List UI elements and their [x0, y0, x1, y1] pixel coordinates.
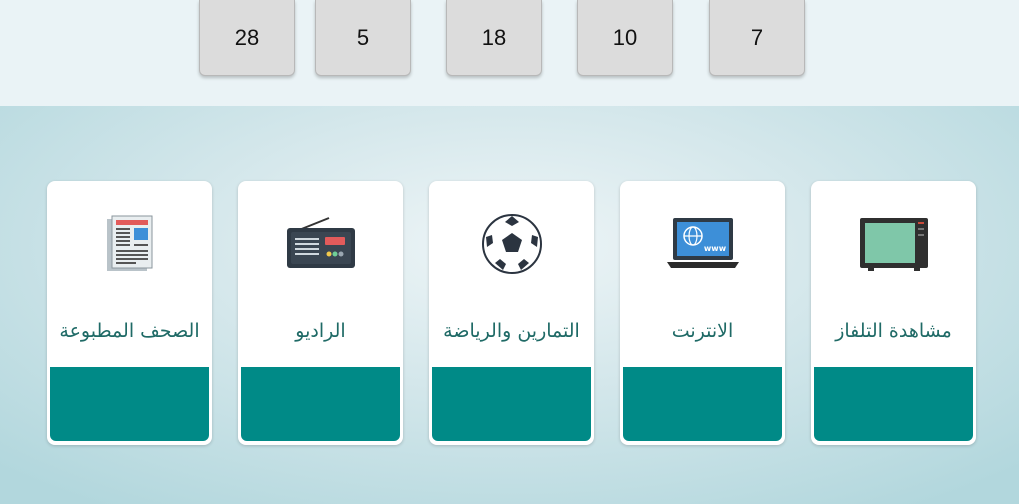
- laptop-www-icon: www: [620, 213, 785, 275]
- newspaper-icon: [47, 213, 212, 275]
- card-radio[interactable]: الراديو: [238, 181, 403, 445]
- card-label: الصحف المطبوعة: [59, 320, 200, 342]
- svg-text:www: www: [703, 244, 726, 253]
- number-tile[interactable]: 28: [199, 0, 295, 76]
- tv-icon: [811, 213, 976, 275]
- number-tile[interactable]: 7: [709, 0, 805, 76]
- number-tiles-strip: 28 5 18 10 7: [0, 0, 1019, 106]
- card-label: الانترنت: [671, 320, 734, 342]
- card-label: الراديو: [295, 320, 346, 342]
- card-sports[interactable]: التمارين والرياضة: [429, 181, 594, 445]
- soccer-ball-icon: [429, 213, 594, 275]
- drop-zone-newspapers[interactable]: [50, 367, 209, 441]
- card-label: التمارين والرياضة: [443, 320, 580, 342]
- card-newspapers[interactable]: الصحف المطبوعة: [47, 181, 212, 445]
- number-tile[interactable]: 10: [577, 0, 673, 76]
- radio-icon: [238, 213, 403, 275]
- card-tv[interactable]: مشاهدة التلفاز: [811, 181, 976, 445]
- number-tile[interactable]: 5: [315, 0, 411, 76]
- drop-zone-radio[interactable]: [241, 367, 400, 441]
- card-internet[interactable]: www الانترنت: [620, 181, 785, 445]
- drop-zone-tv[interactable]: [814, 367, 973, 441]
- drop-zone-internet[interactable]: [623, 367, 782, 441]
- number-tile[interactable]: 18: [446, 0, 542, 76]
- drop-zone-sports[interactable]: [432, 367, 591, 441]
- card-label: مشاهدة التلفاز: [835, 320, 952, 342]
